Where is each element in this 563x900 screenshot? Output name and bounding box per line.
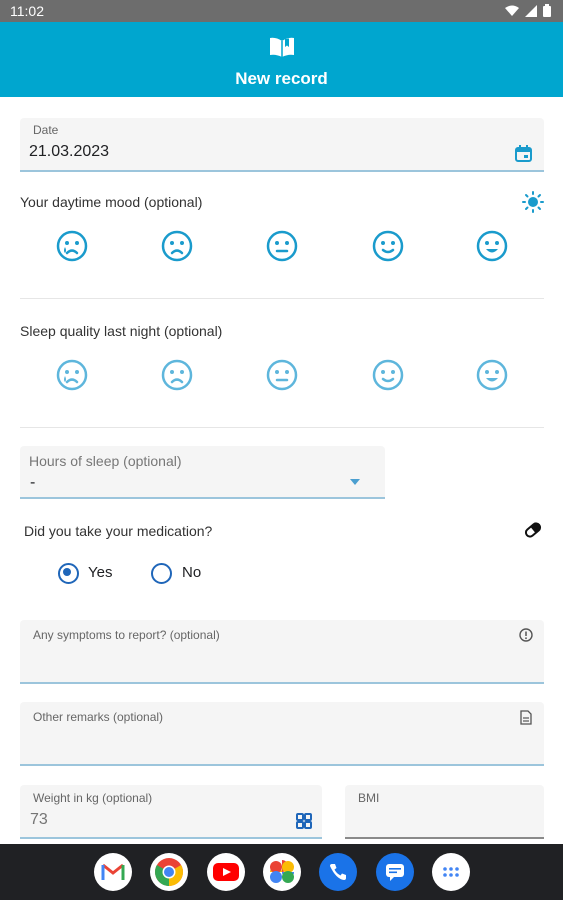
sleep-smile-face-icon[interactable] <box>372 359 404 391</box>
info-icon <box>519 628 533 642</box>
phone-icon[interactable] <box>319 853 357 891</box>
divider <box>20 427 544 428</box>
medication-yes-label[interactable]: Yes <box>88 564 112 581</box>
date-value: 21.03.2023 <box>29 143 110 160</box>
weight-field[interactable]: Weight in kg (optional) <box>20 785 322 839</box>
symptoms-label: Any symptoms to report? (optional) <box>33 628 220 642</box>
hours-of-sleep-select[interactable]: Hours of sleep (optional) - <box>20 446 385 499</box>
hours-of-sleep-value: - <box>30 474 36 491</box>
mood-smile-face-icon[interactable] <box>372 230 404 262</box>
mood-label: Your daytime mood (optional) <box>20 194 203 210</box>
sleep-happy-face-icon[interactable] <box>476 359 508 391</box>
sleep-sad-face-icon[interactable] <box>161 359 193 391</box>
signal-icon <box>525 4 537 17</box>
messages-icon[interactable] <box>376 853 414 891</box>
remarks-field[interactable]: Other remarks (optional) <box>20 702 544 766</box>
hours-of-sleep-label: Hours of sleep (optional) <box>29 453 182 469</box>
pill-icon <box>524 522 542 538</box>
battery-icon <box>543 4 551 17</box>
book-open-icon <box>270 37 294 57</box>
document-icon <box>520 710 532 725</box>
sleep-very-sad-face-icon[interactable] <box>56 359 88 391</box>
keypad-icon[interactable] <box>296 813 312 829</box>
status-time: 11:02 <box>10 3 44 19</box>
mood-sad-face-icon[interactable] <box>161 230 193 262</box>
sleep-label: Sleep quality last night (optional) <box>20 323 223 339</box>
medication-no-label[interactable]: No <box>182 564 201 581</box>
medication-yes-radio[interactable] <box>58 563 79 584</box>
weight-input[interactable] <box>28 810 272 830</box>
youtube-icon[interactable] <box>207 853 245 891</box>
mood-happy-face-icon[interactable] <box>476 230 508 262</box>
page-title: New record <box>235 69 328 88</box>
status-bar: 11:02 <box>0 0 563 22</box>
chevron-down-icon <box>350 479 360 485</box>
chrome-icon[interactable] <box>150 853 188 891</box>
mood-neutral-face-icon[interactable] <box>266 230 298 262</box>
bmi-field: BMI <box>345 785 544 839</box>
app-bar: New record <box>0 22 563 97</box>
divider <box>20 298 544 299</box>
date-field[interactable]: Date 21.03.2023 <box>20 118 544 172</box>
medication-no-radio[interactable] <box>151 563 172 584</box>
sun-icon <box>522 191 544 213</box>
symptoms-field[interactable]: Any symptoms to report? (optional) <box>20 620 544 684</box>
moon-icon <box>528 321 537 339</box>
app-drawer-icon[interactable] <box>432 853 470 891</box>
date-label: Date <box>33 123 59 137</box>
gmail-icon[interactable] <box>94 853 132 891</box>
weight-label: Weight in kg (optional) <box>33 791 153 805</box>
photos-icon[interactable] <box>263 853 301 891</box>
wifi-icon <box>505 5 519 16</box>
remarks-label: Other remarks (optional) <box>33 710 164 724</box>
status-icons <box>505 4 551 17</box>
calendar-icon[interactable] <box>515 145 532 162</box>
bmi-label: BMI <box>358 791 380 805</box>
sleep-neutral-face-icon[interactable] <box>266 359 298 391</box>
mood-very-sad-face-icon[interactable] <box>56 230 88 262</box>
medication-question: Did you take your medication? <box>24 523 213 539</box>
